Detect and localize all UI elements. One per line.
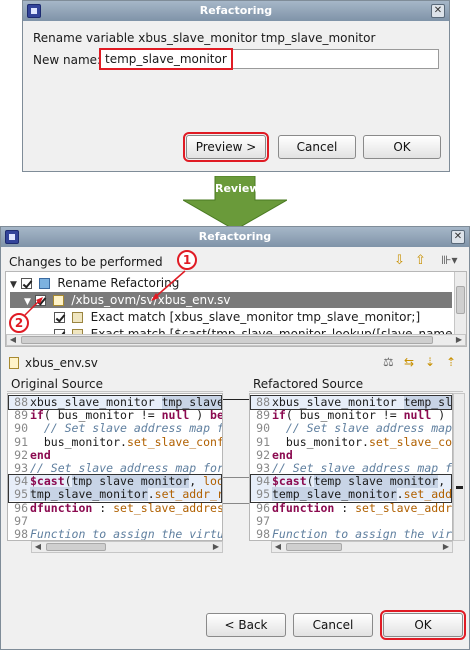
changes-tree: ▼ Rename Refactoring ▼ /xbus_ovm/sv/xbus… <box>5 271 467 347</box>
code-line: 95temp_slave_monitor.set_addr <box>250 487 452 502</box>
close-icon[interactable]: ✕ <box>451 230 465 244</box>
code-line: 92 end <box>250 447 452 462</box>
line-number: 93 <box>14 461 28 475</box>
line-number: 89 <box>14 408 28 423</box>
refactoring-icon <box>38 278 50 289</box>
new-name-label: New name: <box>33 53 102 67</box>
line-number: 98 <box>14 527 28 541</box>
callout-1: 1 <box>177 250 197 270</box>
line-number: 91 <box>256 434 270 449</box>
checkbox[interactable] <box>34 295 46 306</box>
ok-button[interactable]: OK <box>363 135 441 159</box>
line-number: 90 <box>14 421 28 436</box>
line-number: 89 <box>256 408 270 423</box>
refactored-source-header: Refactored Source <box>249 376 463 392</box>
original-hscrollbar[interactable]: ◀ ▶ <box>31 541 223 553</box>
tree-hscrollbar[interactable]: ◀ ▶ <box>6 334 466 346</box>
line-number: 92 <box>14 447 28 462</box>
cancel-button[interactable]: Cancel <box>278 135 356 159</box>
line-number: 97 <box>14 513 28 528</box>
code-line: 97 <box>250 513 452 528</box>
code-line: 97 <box>8 513 222 528</box>
review-arrow-label: Review <box>215 182 260 195</box>
callout-2: 2 <box>9 313 29 333</box>
preview-dialog-title: Refactoring <box>198 230 272 243</box>
refactored-source-pane[interactable]: 88xbus_slave_monitor temp_slav89if( bus_… <box>249 393 453 541</box>
code-line: 95tmp_slave_monitor.set_addr_rang <box>8 487 222 502</box>
compare-icon[interactable]: ⚖ <box>383 355 394 369</box>
code-line: 88xbus_slave_monitor temp_slav <box>250 395 452 409</box>
line-number: 90 <box>256 421 270 436</box>
code-line: 91 bus_monitor.set_slave_conf <box>250 434 452 449</box>
file-icon <box>52 295 64 306</box>
line-number: 88 <box>14 395 28 409</box>
next-diff-icon[interactable]: ⇣ <box>425 355 435 369</box>
tree-item-match-1[interactable]: Exact match [xbus_slave_monitor tmp_slav… <box>54 309 448 325</box>
code-line: 93// Set slave address map fo <box>250 462 452 475</box>
file-label: xbus_env.sv <box>25 356 98 370</box>
code-line: 96dfunction : set_slave_address_m <box>8 500 222 515</box>
code-line: 96 dfunction : set_slave_addre <box>250 500 452 515</box>
refactored-hscrollbar[interactable]: ◀ ▶ <box>271 541 453 553</box>
line-number: 96 <box>14 500 28 515</box>
back-button[interactable]: < Back <box>206 613 286 637</box>
code-line: 89if( bus_monitor != null ) begin <box>8 409 222 422</box>
line-number: 92 <box>256 447 270 462</box>
code-line: 98 Function to assign the virtual <box>8 528 222 541</box>
code-line: 93// Set slave address map for sl <box>8 462 222 475</box>
filter-menu-icon[interactable]: ⊪▾ <box>441 253 457 267</box>
overview-ruler[interactable] <box>453 393 465 541</box>
original-source-header: Original Source <box>7 376 223 392</box>
rename-dialog-title: Refactoring <box>199 4 273 17</box>
previous-change-icon[interactable]: ⇧ <box>415 253 426 268</box>
tree-scrollbar[interactable] <box>454 272 466 334</box>
code-line: 92 end <box>8 447 222 462</box>
line-number: 88 <box>256 395 270 409</box>
close-icon[interactable]: ✕ <box>431 4 445 18</box>
new-name-field[interactable]: temp_slave_monitor <box>99 48 439 70</box>
tree-item-rename-refactoring[interactable]: ▼ Rename Refactoring <box>10 275 448 291</box>
code-line: 88xbus_slave_monitor tmp_slave_mo <box>8 395 222 409</box>
line-number: 95 <box>14 487 28 502</box>
rename-dialog: Refactoring ✕ Rename variable xbus_slave… <box>22 0 450 172</box>
checkbox[interactable] <box>20 278 32 289</box>
rename-description: Rename variable xbus_slave_monitor tmp_s… <box>33 31 376 45</box>
copy-left-icon[interactable]: ⇆ <box>404 355 414 369</box>
line-number: 96 <box>256 500 270 515</box>
code-line: 98 Function to assign the vir <box>250 528 452 541</box>
match-icon <box>71 312 83 323</box>
new-name-value: temp_slave_monitor <box>99 48 233 70</box>
previous-diff-icon[interactable]: ⇡ <box>446 355 456 369</box>
line-number: 98 <box>256 527 270 541</box>
app-icon <box>27 4 41 18</box>
file-icon <box>9 357 19 369</box>
preview-dialog-titlebar: Refactoring ✕ <box>1 227 469 247</box>
next-change-icon[interactable]: ⇩ <box>394 253 405 268</box>
cancel-button[interactable]: Cancel <box>293 613 373 637</box>
changes-header: Changes to be performed <box>9 255 163 269</box>
line-number: 93 <box>256 461 270 475</box>
diff-connector <box>223 393 249 541</box>
checkbox[interactable] <box>54 312 65 323</box>
code-line: 90 // Set slave address map for <box>8 422 222 435</box>
app-icon <box>5 230 19 244</box>
line-number: 91 <box>14 434 28 449</box>
original-source-pane[interactable]: 88xbus_slave_monitor tmp_slave_mo89if( b… <box>7 393 223 541</box>
code-line: 94$cast(tmp_slave_monitor, lookup <box>8 474 222 489</box>
rename-dialog-titlebar: Refactoring ✕ <box>23 1 449 21</box>
preview-button[interactable]: Preview > <box>183 132 269 162</box>
line-number: 94 <box>14 474 28 489</box>
code-line: 94$cast(temp_slave_monitor, l <box>250 474 452 489</box>
code-line: 91 bus_monitor.set_slave_configs <box>8 434 222 449</box>
line-number: 95 <box>256 487 270 502</box>
tree-item-file[interactable]: ▼ /xbus_ovm/sv/xbus_env.sv <box>10 292 452 308</box>
code-line: 89if( bus_monitor != null ) be <box>250 409 452 422</box>
line-number: 97 <box>256 513 270 528</box>
preview-dialog: Refactoring ✕ Changes to be performed ⇩ … <box>0 226 470 650</box>
ok-button[interactable]: OK <box>380 610 466 640</box>
code-line: 90 // Set slave address map <box>250 422 452 435</box>
line-number: 94 <box>256 474 270 489</box>
